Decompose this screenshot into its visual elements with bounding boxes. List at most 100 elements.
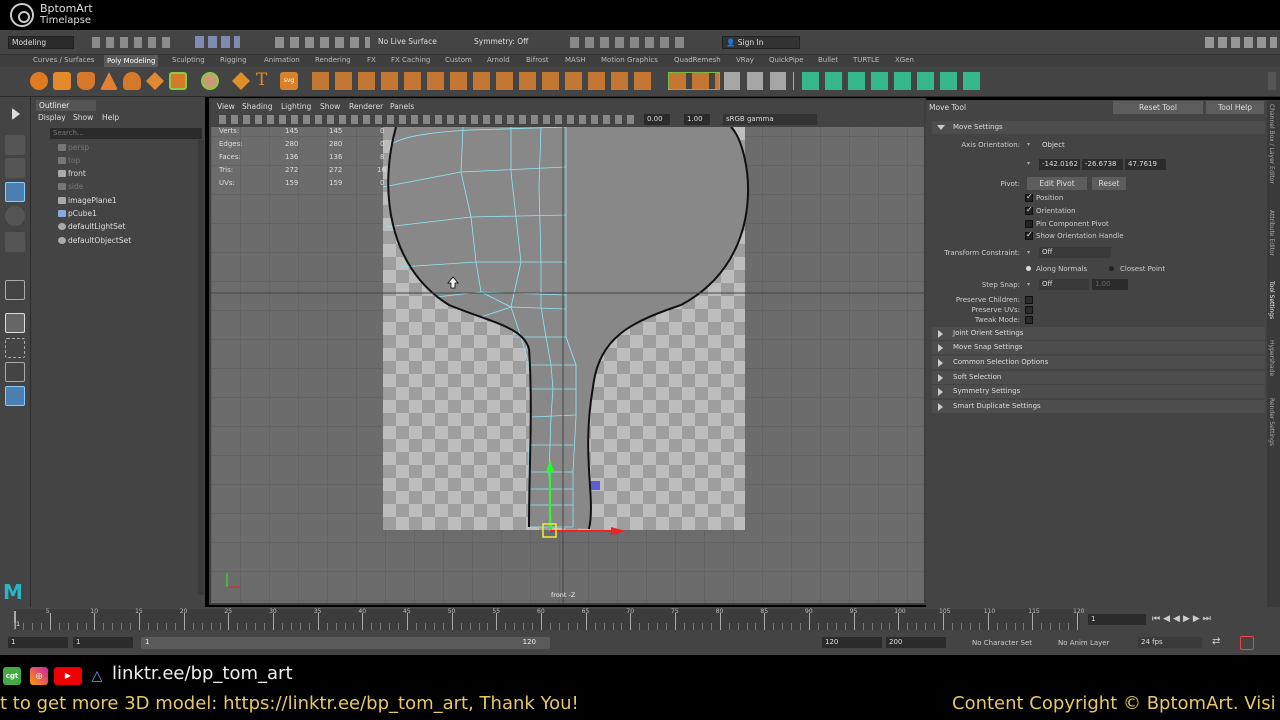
outliner-item-side[interactable]: side xyxy=(68,182,83,191)
shelf-tab-curves[interactable]: Curves / Surfaces xyxy=(33,56,94,64)
shelf-tab-sculpting[interactable]: Sculpting xyxy=(172,56,205,64)
poly-sphere-icon[interactable] xyxy=(30,72,48,90)
custom-tool-icons-group[interactable] xyxy=(802,72,982,90)
outliner-item-persp[interactable]: persp xyxy=(68,143,89,152)
select-mode-icons[interactable] xyxy=(195,36,240,48)
pin-pivot-checkbox[interactable] xyxy=(1025,220,1033,228)
sign-in-dropdown[interactable]: 👤 Sign In xyxy=(722,36,800,49)
outliner-persp-layout-icon[interactable] xyxy=(5,386,25,406)
current-frame-field[interactable]: 1 xyxy=(1088,614,1146,625)
auto-key-icon[interactable] xyxy=(1240,636,1254,650)
viewport-menu-panels[interactable]: Panels xyxy=(390,102,414,111)
preserve-children-checkbox[interactable] xyxy=(1025,296,1033,304)
outliner-item-top[interactable]: top xyxy=(68,156,80,165)
single-perspective-layout-icon[interactable] xyxy=(5,280,25,300)
preserve-uvs-checkbox[interactable] xyxy=(1025,306,1033,314)
poly-edit-icons-group[interactable] xyxy=(312,72,657,90)
outliner-item-imageplane1[interactable]: imagePlane1 xyxy=(68,196,117,205)
shelf-tab-rendering[interactable]: Rendering xyxy=(315,56,351,64)
shelf-tab-turtle[interactable]: TURTLE xyxy=(853,56,879,64)
shelf-tab-quadremesh[interactable]: QuadRemesh xyxy=(674,56,721,64)
viewport-menu-shading[interactable]: Shading xyxy=(242,102,272,111)
edit-pivot-button[interactable]: Edit Pivot xyxy=(1027,177,1087,190)
tab-attribute-editor[interactable]: Attribute Editor xyxy=(1268,210,1275,256)
anim-layer-dropdown[interactable]: No Anim Layer xyxy=(1058,639,1109,647)
poly-torus-icon[interactable] xyxy=(123,72,141,90)
rotate-tool-icon[interactable] xyxy=(5,206,25,226)
tab-render-settings[interactable]: Render Settings xyxy=(1268,398,1275,446)
paint-select-icon[interactable] xyxy=(5,158,25,178)
gamma-field[interactable]: 1.00 xyxy=(684,114,710,125)
workspace-icons[interactable] xyxy=(1205,37,1277,48)
shelf-scroll[interactable] xyxy=(1268,72,1276,90)
step-snap-dropdown[interactable]: Off xyxy=(1039,279,1089,290)
tab-tool-settings[interactable]: Tool Settings xyxy=(1268,281,1275,319)
shelf-tab-custom[interactable]: Custom xyxy=(445,56,472,64)
shelf-tab-bifrost[interactable]: Bifrost xyxy=(526,56,549,64)
outliner-item-defaultlightset[interactable]: defaultLightSet xyxy=(68,222,125,231)
step-snap-value[interactable]: 1.00 xyxy=(1092,279,1128,290)
shelf-tab-xgen[interactable]: XGen xyxy=(895,56,914,64)
color-space-dropdown[interactable]: sRGB gamma xyxy=(723,114,817,125)
time-slider[interactable]: 1 1 ⏮◀◀▶▶⏭ 5 10 15 20 25 30 35 40 45 50 55 60 65 70 75… xyxy=(0,607,1280,632)
mode-dropdown[interactable]: Modeling xyxy=(8,36,74,49)
snap-icons-group[interactable] xyxy=(275,37,370,48)
show-orientation-handle-checkbox[interactable] xyxy=(1025,230,1033,240)
shelf-tab-arnold[interactable]: Arnold xyxy=(487,56,510,64)
anim-start-field[interactable]: 1 xyxy=(8,637,68,648)
range-slider-bar[interactable]: 1 120 xyxy=(141,637,550,649)
closest-point-radio[interactable] xyxy=(1109,266,1114,271)
persp-graph-layout-icon[interactable] xyxy=(5,338,25,358)
coord-x-field[interactable]: -142.0162 xyxy=(1039,159,1080,170)
shelf-tab-rigging[interactable]: Rigging xyxy=(220,56,247,64)
playback-controls[interactable]: ⏮◀◀▶▶⏭ xyxy=(1152,614,1262,625)
orientation-checkbox[interactable] xyxy=(1025,205,1033,215)
lasso-tool-icon[interactable] xyxy=(5,135,25,155)
viewport-front[interactable]: Verts: 145 145 0 Edges: 280 280 0 Faces:… xyxy=(211,127,924,603)
svg-tool-icon[interactable]: svg xyxy=(280,72,298,90)
outliner-item-defaultobjectset[interactable]: defaultObjectSet xyxy=(68,236,131,245)
section-smart-duplicate[interactable]: Smart Duplicate Settings xyxy=(932,400,1265,413)
section-move-snap[interactable]: Move Snap Settings xyxy=(932,341,1265,354)
outliner-item-pcube1[interactable]: pCube1 xyxy=(68,209,97,218)
outliner-menu-display[interactable]: Display xyxy=(38,113,66,122)
section-move-settings[interactable]: Move Settings xyxy=(932,121,1265,134)
viewport-icon-strip[interactable] xyxy=(219,115,639,124)
outliner-scrollbar[interactable] xyxy=(198,140,204,595)
exposure-field[interactable]: 0.00 xyxy=(644,114,670,125)
live-surface-label[interactable]: No Live Surface xyxy=(378,37,437,46)
tweak-mode-checkbox[interactable] xyxy=(1025,316,1033,324)
outliner-layout-icon[interactable] xyxy=(5,362,25,382)
super-shape-icon[interactable] xyxy=(169,72,187,90)
section-common-selection[interactable]: Common Selection Options xyxy=(932,356,1265,369)
viewport-menu-view[interactable]: View xyxy=(217,102,235,111)
anim-end-field[interactable]: 200 xyxy=(886,637,946,648)
type-tool-icon[interactable]: T xyxy=(256,70,267,90)
along-normals-radio[interactable] xyxy=(1026,266,1031,271)
outliner-menu-help[interactable]: Help xyxy=(102,113,119,122)
section-joint-orient[interactable]: Joint Orient Settings xyxy=(932,327,1265,340)
poly-cube-icon[interactable] xyxy=(53,72,71,90)
outliner-menu-show[interactable]: Show xyxy=(73,113,93,122)
tab-hypershade[interactable]: Hypershade xyxy=(1268,340,1275,376)
sphere-options-icon[interactable] xyxy=(201,72,219,90)
shelf-tab-quickpipe[interactable]: QuickPipe xyxy=(769,56,804,64)
symmetry-dropdown[interactable]: Symmetry: Off xyxy=(474,37,528,46)
scale-tool-icon[interactable] xyxy=(5,232,25,252)
axis-orientation-dropdown[interactable]: Object xyxy=(1039,140,1139,151)
shelf-tab-motion-graphics[interactable]: Motion Graphics xyxy=(601,56,658,64)
move-tool-icon[interactable] xyxy=(5,182,25,202)
render-icons-group[interactable] xyxy=(570,37,690,48)
shelf-tab-fx[interactable]: FX xyxy=(367,56,376,64)
loop-icon[interactable]: ⇄ xyxy=(1212,636,1220,647)
tool-help-button[interactable]: Tool Help xyxy=(1206,101,1264,114)
playback-start-field[interactable]: 1 xyxy=(73,637,133,648)
reset-tool-button[interactable]: Reset Tool xyxy=(1113,101,1203,114)
coord-y-field[interactable]: -26.6738 xyxy=(1082,159,1123,170)
four-view-layout-icon[interactable] xyxy=(5,313,25,333)
character-set-dropdown[interactable]: No Character Set xyxy=(972,639,1032,647)
section-soft-selection[interactable]: Soft Selection xyxy=(932,371,1265,384)
shelf-tab-animation[interactable]: Animation xyxy=(264,56,300,64)
poly-cylinder-icon[interactable] xyxy=(77,72,95,90)
fps-dropdown[interactable]: 24 fps xyxy=(1138,637,1202,648)
